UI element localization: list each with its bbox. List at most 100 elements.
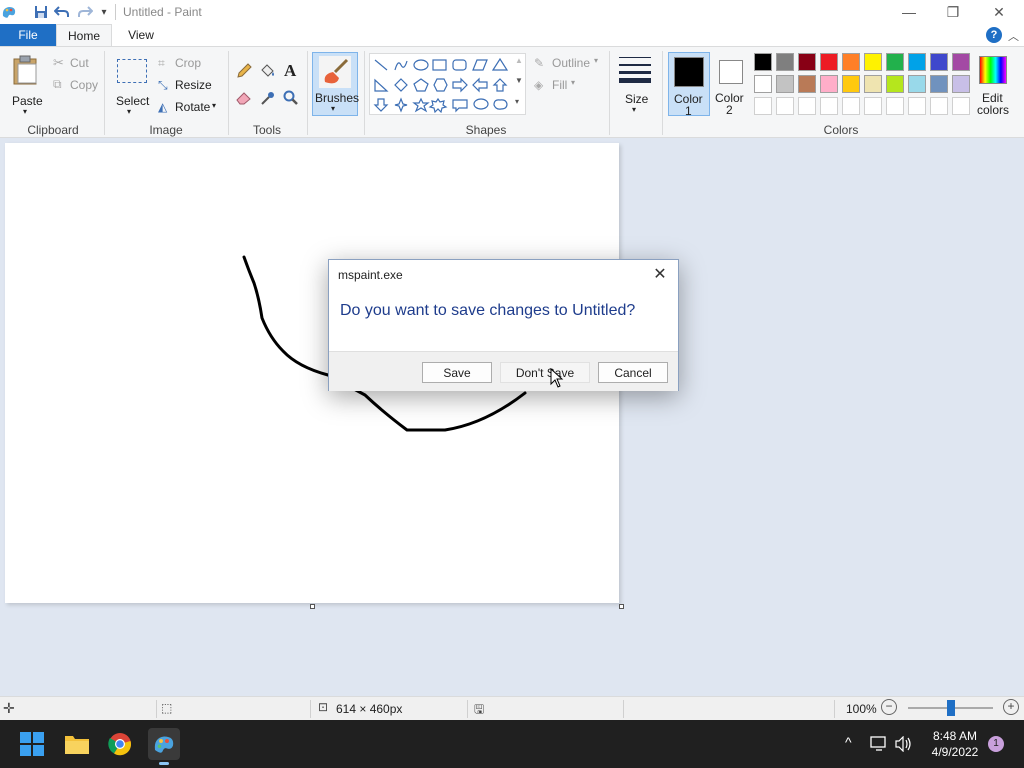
palette-swatch[interactable] <box>952 75 970 93</box>
paste-button[interactable]: Paste ▾ <box>6 51 46 117</box>
selection-size-icon: ⬚ <box>161 701 173 715</box>
palette-swatch[interactable] <box>908 75 926 93</box>
chrome-button[interactable] <box>104 728 136 760</box>
network-icon[interactable] <box>870 736 888 752</box>
help-icon[interactable]: ? <box>986 27 1002 43</box>
outline-button[interactable]: Outline <box>552 56 590 70</box>
resize-button[interactable]: Resize <box>175 78 212 92</box>
shapes-scroll-down-icon[interactable]: ▼ <box>515 76 523 85</box>
cut-button[interactable]: Cut <box>70 56 89 70</box>
tab-view[interactable]: View <box>118 24 164 46</box>
crop-button[interactable]: Crop <box>175 56 201 70</box>
size-button[interactable]: Size ▾ <box>614 51 658 117</box>
undo-icon[interactable] <box>53 3 71 21</box>
zoom-slider-thumb[interactable] <box>946 700 955 716</box>
palette-swatch[interactable] <box>820 53 838 71</box>
palette-swatch[interactable] <box>820 97 838 115</box>
palette-swatch[interactable] <box>754 53 772 71</box>
palette-swatch[interactable] <box>754 97 772 115</box>
shapes-expand-icon[interactable]: ▾ <box>515 97 519 106</box>
collapse-ribbon-icon[interactable]: ︿ <box>1008 28 1019 44</box>
palette-swatch[interactable] <box>754 75 772 93</box>
text-tool-icon[interactable]: A <box>284 61 296 81</box>
ribbon-separator <box>662 51 663 135</box>
palette-swatch[interactable] <box>776 75 794 93</box>
palette-swatch[interactable] <box>886 75 904 93</box>
palette-swatch[interactable] <box>776 53 794 71</box>
minimize-button[interactable]: — <box>886 0 932 24</box>
edit-colors-button[interactable]: Edit colors <box>974 52 1014 117</box>
color1-button[interactable]: Color 1 <box>668 52 710 118</box>
resize-handle-corner[interactable] <box>619 604 624 609</box>
brushes-button[interactable]: Brushes ▾ <box>312 52 359 116</box>
notification-badge[interactable]: 1 <box>988 736 1004 752</box>
palette-swatch[interactable] <box>798 75 816 93</box>
dialog-message: Do you want to save changes to Untitled? <box>340 302 636 319</box>
palette-swatch[interactable] <box>776 97 794 115</box>
palette-swatch[interactable] <box>798 53 816 71</box>
fill-button[interactable]: Fill <box>552 78 567 92</box>
palette-swatch[interactable] <box>886 53 904 71</box>
palette-swatch[interactable] <box>820 75 838 93</box>
dont-save-button[interactable]: Don't Save <box>500 362 590 383</box>
pencil-icon[interactable] <box>236 63 252 79</box>
color-picker-icon[interactable] <box>260 90 276 106</box>
start-button[interactable] <box>16 728 48 760</box>
edit-colors-icon <box>979 56 1007 84</box>
palette-swatch[interactable] <box>798 97 816 115</box>
status-separator <box>834 700 835 718</box>
outline-icon: ✎ <box>534 56 545 70</box>
volume-icon[interactable] <box>895 736 913 752</box>
palette-swatch[interactable] <box>952 53 970 71</box>
copy-button[interactable]: Copy <box>70 78 98 92</box>
cancel-button[interactable]: Cancel <box>598 362 668 383</box>
resize-handle-bottom[interactable] <box>310 604 315 609</box>
color2-button[interactable]: Color 2 <box>712 52 750 117</box>
palette-swatch[interactable] <box>930 97 948 115</box>
crop-icon: ⌗ <box>158 56 165 70</box>
mouse-cursor-icon <box>550 368 564 388</box>
magnifier-icon[interactable] <box>283 90 299 106</box>
paste-label: Paste <box>12 94 43 108</box>
palette-swatch[interactable] <box>864 97 882 115</box>
windows-start-icon <box>20 732 44 756</box>
ribbon-separator <box>307 51 308 135</box>
palette-swatch[interactable] <box>864 53 882 71</box>
customize-quick-access-icon[interactable]: ▾ <box>95 3 113 21</box>
zoom-out-button[interactable]: − <box>881 699 897 715</box>
shapes-group-label: Shapes <box>465 123 507 137</box>
palette-swatch[interactable] <box>908 97 926 115</box>
palette-swatch[interactable] <box>886 97 904 115</box>
redo-icon[interactable] <box>76 3 94 21</box>
active-app-indicator <box>159 762 169 765</box>
dialog-close-button[interactable]: ✕ <box>649 264 671 284</box>
show-hidden-icons-button[interactable]: ^ <box>845 734 852 750</box>
paint-taskbar-button[interactable] <box>148 728 180 765</box>
select-button[interactable]: Select ▾ <box>112 51 152 117</box>
restore-button[interactable]: ❐ <box>930 0 976 24</box>
palette-swatch[interactable] <box>842 75 860 93</box>
clock-date[interactable]: 4/9/2022 <box>926 745 984 759</box>
palette-swatch[interactable] <box>930 53 948 71</box>
save-quick-icon[interactable] <box>32 3 50 21</box>
shapes-scroll-up-icon[interactable]: ▲ <box>515 56 523 65</box>
ribbon-tab-row: File Home View ? ︿ <box>0 24 1024 47</box>
zoom-in-button[interactable]: + <box>1003 699 1019 715</box>
save-button[interactable]: Save <box>422 362 492 383</box>
tab-home[interactable]: Home <box>56 24 112 47</box>
palette-swatch[interactable] <box>864 75 882 93</box>
paint-app-icon[interactable] <box>0 3 18 21</box>
clock-time[interactable]: 8:48 AM <box>930 729 980 743</box>
palette-swatch[interactable] <box>930 75 948 93</box>
palette-swatch[interactable] <box>908 53 926 71</box>
close-window-button[interactable]: ✕ <box>976 0 1022 24</box>
palette-swatch[interactable] <box>842 97 860 115</box>
eraser-icon[interactable] <box>236 91 252 105</box>
fill-bucket-icon[interactable] <box>259 63 275 79</box>
shapes-icons[interactable] <box>373 57 511 113</box>
tab-file[interactable]: File <box>0 24 56 46</box>
file-explorer-button[interactable] <box>61 728 93 760</box>
palette-swatch[interactable] <box>952 97 970 115</box>
palette-swatch[interactable] <box>842 53 860 71</box>
rotate-button[interactable]: Rotate <box>175 100 210 114</box>
